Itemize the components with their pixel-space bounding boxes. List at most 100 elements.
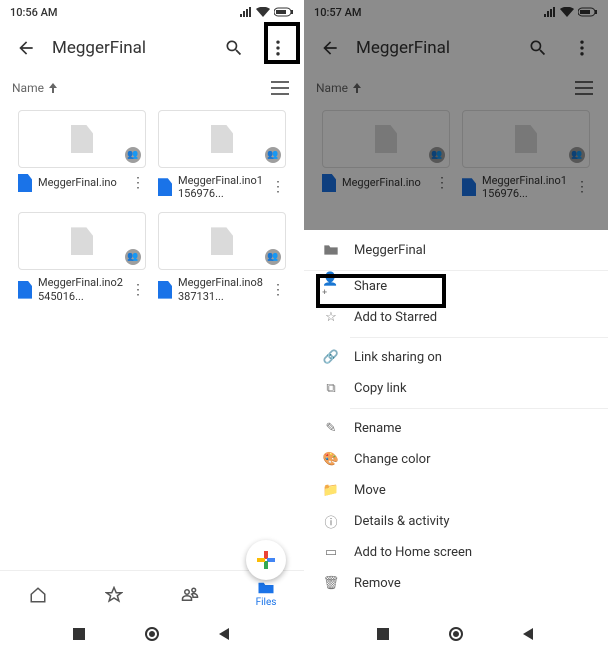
fab-button[interactable] — [246, 540, 286, 580]
sheet-item-label: Copy link — [354, 381, 407, 396]
person-add-icon: 👤⁺ — [322, 272, 340, 302]
trash-icon: 🗑 — [322, 576, 340, 591]
file-card[interactable]: 👥 MeggerFinal.ino8387131... ⋮ — [158, 212, 286, 302]
sheet-item-label: Change color — [354, 452, 431, 467]
folder-icon — [322, 244, 340, 256]
nav-starred[interactable] — [76, 571, 152, 618]
sort-label: Name — [12, 81, 44, 95]
home-icon — [29, 586, 47, 604]
file-name: MeggerFinal.ino2545016... — [38, 276, 124, 302]
sheet-title: MeggerFinal — [354, 243, 426, 258]
shared-badge-icon: 👥 — [265, 147, 281, 163]
copy-icon: ⧉ — [322, 381, 340, 396]
nav-shared[interactable] — [152, 571, 228, 618]
nav-home-icon[interactable] — [449, 627, 463, 641]
file-name: MeggerFinal.ino8387131... — [178, 276, 264, 302]
search-button[interactable] — [216, 30, 252, 66]
plus-icon — [255, 549, 277, 571]
shared-badge-icon: 👥 — [265, 249, 281, 265]
sheet-rename[interactable]: ✎ Rename — [304, 413, 608, 444]
file-name: MeggerFinal.ino — [38, 176, 124, 189]
arrow-up-icon — [48, 83, 58, 93]
file-menu-button[interactable]: ⋮ — [130, 175, 146, 191]
sort-row: Name — [0, 72, 304, 104]
sheet-star[interactable]: ☆ Add to Starred — [304, 302, 608, 333]
file-grid: 👥 MeggerFinal.ino ⋮ 👥 MeggerFinal.ino1156… — [0, 104, 304, 570]
sheet-share[interactable]: 👤⁺ Share — [304, 271, 608, 302]
sheet-remove[interactable]: 🗑 Remove — [304, 568, 608, 599]
add-home-icon: ▭ — [322, 545, 340, 560]
sheet-item-label: Add to Starred — [354, 310, 437, 325]
system-nav — [304, 618, 608, 650]
file-menu-button[interactable]: ⋮ — [270, 179, 286, 195]
doc-icon — [71, 125, 93, 153]
file-type-icon — [158, 281, 172, 299]
right-pane: 10:57 AM MeggerFinal Name 👥 MeggerFinal.… — [304, 0, 608, 650]
kebab-icon — [268, 38, 288, 58]
status-time: 10:56 AM — [10, 6, 58, 19]
file-type-icon — [18, 281, 32, 299]
sheet-item-label: Move — [354, 483, 386, 498]
nav-recent-icon[interactable] — [377, 628, 389, 640]
shared-badge-icon: 👥 — [125, 249, 141, 265]
file-menu-button[interactable]: ⋮ — [270, 282, 286, 298]
back-button[interactable] — [8, 30, 44, 66]
link-icon: 🔗 — [322, 350, 340, 365]
file-thumbnail: 👥 — [158, 212, 286, 270]
sheet-copy-link[interactable]: ⧉ Copy link — [304, 373, 608, 404]
nav-home[interactable] — [0, 571, 76, 618]
file-card[interactable]: 👥 MeggerFinal.ino2545016... ⋮ — [18, 212, 146, 302]
sheet-header: MeggerFinal — [304, 230, 608, 270]
search-icon — [224, 38, 244, 58]
shared-badge-icon: 👥 — [125, 147, 141, 163]
sheet-item-label: Rename — [354, 421, 401, 436]
info-icon: ⓘ — [322, 512, 340, 531]
left-pane: 10:56 AM MeggerFinal Name 👥 MeggerFina — [0, 0, 304, 650]
nav-home-icon[interactable] — [145, 627, 159, 641]
signal-icon — [240, 7, 252, 17]
view-toggle-button[interactable] — [268, 76, 292, 100]
star-icon — [105, 586, 123, 604]
doc-icon — [211, 125, 233, 153]
pencil-icon: ✎ — [322, 421, 340, 436]
list-view-icon — [271, 81, 289, 95]
file-menu-button[interactable]: ⋮ — [130, 282, 146, 298]
nav-files-label: Files — [256, 597, 277, 608]
sheet-move[interactable]: 📁 Move — [304, 475, 608, 506]
page-title: MeggerFinal — [52, 38, 208, 58]
doc-icon — [211, 227, 233, 255]
sheet-details[interactable]: ⓘ Details & activity — [304, 506, 608, 537]
file-thumbnail: 👥 — [18, 212, 146, 270]
sheet-item-label: Remove — [354, 576, 401, 591]
doc-icon — [71, 227, 93, 255]
sheet-color[interactable]: 🎨 Change color — [304, 444, 608, 475]
sheet-item-label: Add to Home screen — [354, 545, 472, 560]
sort-button[interactable]: Name — [12, 81, 58, 95]
nav-recent-icon[interactable] — [73, 628, 85, 640]
app-bar: MeggerFinal — [0, 24, 304, 72]
file-name: MeggerFinal.ino1156976... — [178, 174, 264, 200]
move-folder-icon: 📁 — [322, 483, 340, 498]
people-icon — [180, 586, 200, 604]
overflow-button[interactable] — [260, 30, 296, 66]
nav-back-icon[interactable] — [219, 628, 231, 640]
nav-back-icon[interactable] — [523, 628, 535, 640]
file-type-icon — [18, 174, 32, 192]
system-nav — [0, 618, 304, 650]
arrow-left-icon — [16, 38, 36, 58]
wifi-icon — [256, 7, 270, 17]
sheet-item-label: Details & activity — [354, 514, 449, 529]
modal-scrim[interactable] — [304, 0, 608, 230]
sheet-home-screen[interactable]: ▭ Add to Home screen — [304, 537, 608, 568]
sheet-item-label: Share — [354, 279, 387, 294]
file-type-icon — [158, 178, 172, 196]
palette-icon: 🎨 — [322, 452, 340, 467]
file-thumbnail: 👥 — [158, 110, 286, 168]
status-icons — [240, 7, 294, 17]
sheet-link-sharing[interactable]: 🔗Link sharing on — [304, 342, 608, 373]
star-outline-icon: ☆ — [322, 310, 340, 325]
bottom-sheet: MeggerFinal 👤⁺ Share ☆ Add to Starred 🔗Lin… — [304, 230, 608, 650]
file-card[interactable]: 👥 MeggerFinal.ino1156976... ⋮ — [158, 110, 286, 200]
battery-icon — [274, 7, 294, 17]
file-card[interactable]: 👥 MeggerFinal.ino ⋮ — [18, 110, 146, 200]
